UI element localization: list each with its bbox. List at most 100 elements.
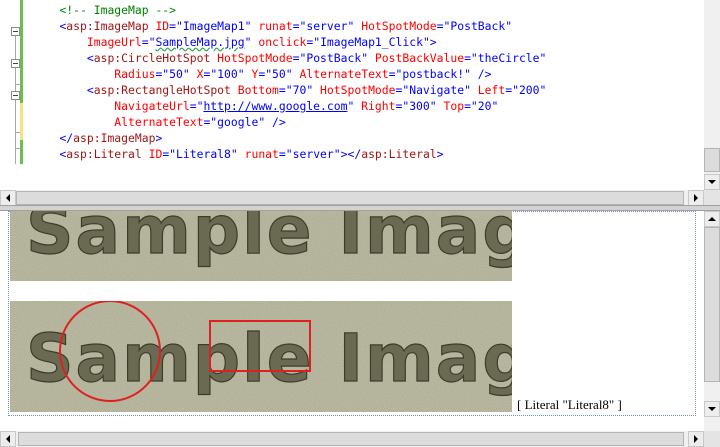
- code-token: Left: [470, 83, 506, 97]
- code-token: Y: [244, 67, 259, 81]
- code-token: runat: [251, 19, 293, 33]
- editor-horizontal-scroll-thumb[interactable]: [16, 191, 684, 205]
- image-map[interactable]: Sample Image: [10, 301, 512, 412]
- scroll-down-icon[interactable]: [704, 401, 720, 417]
- collapse-icon[interactable]: [11, 91, 20, 100]
- code-token: http://www.google.com: [203, 99, 348, 113]
- literal-placeholder[interactable]: [ Literal "Literal8" ]: [517, 397, 622, 413]
- code-token: />: [470, 67, 492, 81]
- code-token: NavigateUrl: [114, 99, 190, 113]
- design-horizontal-scroll-thumb[interactable]: [18, 432, 684, 446]
- code-token: ="300": [395, 99, 437, 113]
- code-token: ="Literal8": [162, 147, 238, 161]
- scroll-down-icon[interactable]: [704, 174, 720, 190]
- code-token: asp:Literal: [361, 147, 437, 161]
- change-marker-unsaved: [20, 103, 23, 140]
- code-token: asp:ImageMap: [66, 19, 149, 33]
- code-token: >: [155, 131, 163, 145]
- code-token: asp:ImageMap: [73, 131, 156, 145]
- code-line[interactable]: <asp:CircleHotSpot HotSpotMode="PostBack…: [32, 50, 547, 66]
- change-marker-saved: [20, 140, 23, 164]
- code-token: ="20": [464, 99, 499, 113]
- code-token: runat: [237, 147, 279, 161]
- code-line[interactable]: <asp:RectangleHotSpot Bottom="70" HotSpo…: [32, 82, 547, 98]
- code-token: ="postback!": [388, 67, 471, 81]
- code-line[interactable]: ImageUrl="SampleMap.jpg" onclick="ImageM…: [32, 34, 437, 50]
- editor-vertical-scroll-thumb[interactable]: [704, 148, 720, 172]
- code-token: asp:RectangleHotSpot: [93, 83, 231, 97]
- code-token: ></: [340, 147, 362, 161]
- code-line[interactable]: <!-- ImageMap -->: [32, 2, 176, 18]
- code-token: ID: [141, 147, 163, 161]
- design-surface[interactable]: Sample Image Sample Image [ Literal "Lit…: [0, 211, 720, 447]
- code-token: ="ImageMap1_Click">: [306, 35, 437, 49]
- scroll-left-icon[interactable]: [0, 190, 16, 206]
- scroll-right-icon[interactable]: [688, 431, 704, 447]
- code-token: AlternateText: [114, 115, 204, 129]
- code-token: </: [59, 131, 74, 145]
- code-token: Bottom: [230, 83, 279, 97]
- code-token: >: [436, 147, 444, 161]
- sample-image-top[interactable]: Sample Image: [10, 211, 512, 281]
- code-token: ="70": [278, 83, 314, 97]
- code-token: Radius: [114, 67, 156, 81]
- code-token: ="ImageMap1": [169, 19, 252, 33]
- code-token: X: [189, 67, 204, 81]
- code-token: <: [86, 51, 94, 65]
- code-line[interactable]: AlternateText="google" />: [32, 114, 286, 130]
- code-token: Right: [354, 99, 396, 113]
- image-map-text: Sample Image: [26, 320, 512, 397]
- collapse-icon[interactable]: [11, 27, 20, 36]
- design-vertical-scroll-thumb[interactable]: [704, 227, 720, 382]
- scrollbar-corner: [704, 431, 720, 447]
- code-token: asp:CircleHotSpot: [93, 51, 211, 65]
- collapse-icon[interactable]: [11, 59, 20, 68]
- scroll-right-icon[interactable]: [688, 190, 704, 206]
- code-line[interactable]: Radius="50" X="100" Y="50" AlternateText…: [32, 66, 492, 82]
- code-token: HotSpotMode: [210, 51, 293, 65]
- code-token: ="PostBack": [436, 19, 513, 33]
- code-token: HotSpotMode: [313, 83, 396, 97]
- code-line[interactable]: </asp:ImageMap>: [32, 130, 162, 146]
- code-line[interactable]: <asp:ImageMap ID="ImageMap1" runat="serv…: [32, 18, 512, 34]
- scroll-left-icon[interactable]: [0, 431, 16, 447]
- code-token: <: [86, 83, 94, 97]
- code-token: ="PostBack": [292, 51, 369, 65]
- code-token: asp:Literal: [66, 147, 142, 161]
- code-token: ImageUrl: [86, 35, 142, 49]
- change-marker-saved: [20, 0, 23, 103]
- code-token: <!-- ImageMap -->: [59, 3, 177, 17]
- code-token: ="200": [505, 83, 547, 97]
- code-line[interactable]: <asp:Literal ID="Literal8" runat="server…: [32, 146, 444, 162]
- code-token: ="50": [155, 67, 190, 81]
- code-token: =": [141, 35, 156, 49]
- code-token: Top: [436, 99, 465, 113]
- scrollbar-corner: [704, 190, 720, 205]
- scroll-up-icon[interactable]: [704, 211, 720, 227]
- code-token: ="50": [258, 67, 293, 81]
- code-token: =": [189, 99, 204, 113]
- code-token: ="server": [278, 147, 341, 161]
- source-editor[interactable]: <!-- ImageMap --> <asp:ImageMap ID="Imag…: [0, 0, 720, 206]
- code-token: ="google": [203, 115, 266, 129]
- code-token: HotSpotMode: [354, 19, 437, 33]
- code-token: ="100": [203, 67, 245, 81]
- code-token: ="Navigate": [395, 83, 471, 97]
- code-token: ="server": [292, 19, 355, 33]
- sample-image-top-text: Sample Image: [26, 211, 512, 269]
- code-token: PostBackValue: [368, 51, 465, 65]
- code-line[interactable]: NavigateUrl="http://www.google.com" Righ…: [32, 98, 498, 114]
- code-token: />: [265, 115, 286, 129]
- code-token: onclick: [251, 35, 307, 49]
- code-token: SampleMap.jpg: [155, 35, 245, 49]
